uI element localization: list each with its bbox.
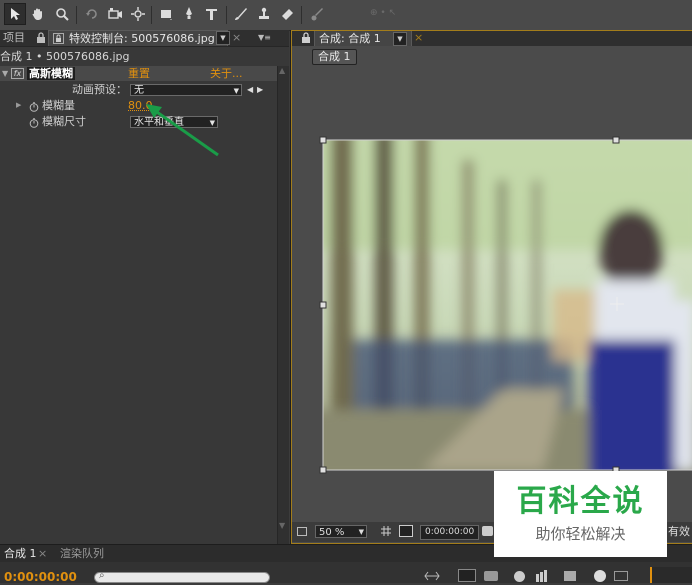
blurriness-label: 模糊量 <box>42 98 75 113</box>
stopwatch-icon[interactable] <box>29 101 39 111</box>
left-panel-scrollbar[interactable]: ▲ ▼ <box>277 66 289 544</box>
animation-preset-value: 无 <box>134 85 144 96</box>
watermark-subtitle: 助你轻松解决 <box>494 525 667 543</box>
composition-dropdown-arrow[interactable]: ▼ <box>393 32 407 46</box>
composition-viewer-panel: 合成: 合成 1 ▼ × 合成 1 50 % ▼ 0:00:00:00 有效 <box>290 30 692 544</box>
rectangle-tool-icon[interactable] <box>155 3 177 25</box>
effect-name[interactable]: 高斯模糊 <box>27 67 75 80</box>
layer-dropdown-arrow[interactable]: ▼ <box>216 31 230 45</box>
tab-close-icon[interactable]: × <box>414 30 423 45</box>
magnification-select[interactable]: 50 % ▼ <box>315 525 367 538</box>
animation-preset-label: 动画预设： <box>72 82 127 97</box>
graph-editor-icon[interactable] <box>614 571 628 581</box>
composition-nav-button[interactable]: 合成 1 <box>312 49 357 65</box>
scroll-down-icon[interactable]: ▼ <box>279 521 285 530</box>
magnification-value: 50 % <box>319 527 344 538</box>
roto-brush-tool-icon[interactable] <box>306 3 328 25</box>
motion-blur-icon[interactable] <box>534 570 548 582</box>
reset-link[interactable]: 重置 <box>128 66 150 81</box>
hand-tool-icon[interactable] <box>27 3 49 25</box>
rotate-tool-icon[interactable] <box>81 3 103 25</box>
tab-project[interactable]: 项目 <box>3 30 25 46</box>
search-icon: ⌕ <box>99 570 105 581</box>
tab-composition[interactable]: 合成: 合成 1 ▼ <box>314 30 412 46</box>
left-panel-tab-bar: 项目 特效控制台: 500576086.jpg ▼ × ▼≡ <box>0 30 289 47</box>
timeline-switches <box>424 569 692 583</box>
effect-controls-panel: 项目 特效控制台: 500576086.jpg ▼ × ▼≡ 合成 1 • 50… <box>0 30 289 544</box>
eraser-tool-icon[interactable] <box>276 3 298 25</box>
chevron-down-icon: ▼ <box>359 526 364 539</box>
next-preset-icon[interactable]: ▶ <box>257 82 263 97</box>
tab-effect-controls[interactable]: 特效控制台: 500576086.jpg <box>48 30 228 46</box>
current-time-display[interactable]: 0:00:00:00 <box>420 525 479 540</box>
tab-composition-label: 合成: 合成 1 <box>319 31 381 46</box>
tab-close-icon[interactable]: × <box>38 546 47 561</box>
camera-tool-icon[interactable] <box>104 3 126 25</box>
hide-shy-layers-icon[interactable] <box>484 571 498 581</box>
expand-triangle-icon[interactable]: ▼ <box>2 66 8 81</box>
axis-mode-indicator: ⊕ • ↖ <box>370 8 396 18</box>
tab-close-icon[interactable]: × <box>232 30 241 45</box>
breadcrumb: 合成 1 • 500576086.jpg <box>0 49 278 64</box>
panel-menu-icon[interactable]: ▼≡ <box>258 30 271 45</box>
viewer-lock-icon[interactable] <box>301 32 311 44</box>
composition-mini-flowchart-icon[interactable] <box>424 571 440 581</box>
tools-panel: ⊕ • ↖ <box>0 0 692 31</box>
resolution-grid-icon[interactable] <box>380 525 392 537</box>
time-ruler[interactable] <box>650 567 692 583</box>
selection-tool-icon[interactable] <box>4 3 26 25</box>
brainstorm-icon[interactable] <box>564 571 576 581</box>
auto-keyframe-icon[interactable] <box>594 570 606 582</box>
draft-3d-icon[interactable] <box>458 569 476 582</box>
panel-lock-icon[interactable] <box>53 33 64 44</box>
chevron-down-icon: ▼ <box>234 85 239 97</box>
tab-render-queue[interactable]: 渲染队列 <box>60 546 104 561</box>
watermark-logo: 百科全说 助你轻松解决 <box>494 471 667 557</box>
previous-preset-icon[interactable]: ◀ <box>247 82 253 97</box>
blurriness-row: ▶ 模糊量 80.0 <box>0 98 278 113</box>
expand-triangle-icon[interactable]: ▶ <box>16 98 21 113</box>
animation-preset-row: 动画预设： 无 ▼ ◀ ▶ <box>0 82 278 97</box>
brush-tool-icon[interactable] <box>230 3 252 25</box>
fx-toggle-icon[interactable]: fx <box>11 68 24 79</box>
watermark-title: 百科全说 <box>494 485 667 519</box>
pan-behind-tool-icon[interactable] <box>127 3 149 25</box>
viewer-edge-label: 有效 <box>668 525 690 539</box>
tab-effect-controls-label: 特效控制台: 500576086.jpg <box>69 31 215 47</box>
animation-preset-select[interactable]: 无 ▼ <box>130 84 242 96</box>
always-preview-icon[interactable] <box>297 527 307 536</box>
snapshot-icon[interactable] <box>482 526 493 536</box>
lock-icon[interactable] <box>36 32 46 44</box>
pen-tool-icon[interactable] <box>178 3 200 25</box>
effect-row-gaussian-blur[interactable]: ▼ fx 高斯模糊 重置 关于... <box>0 66 278 81</box>
about-link[interactable]: 关于... <box>210 66 243 81</box>
blur-dimensions-row: 模糊尺寸 水平和垂直 ▼ <box>0 114 278 129</box>
layer-bounding-box[interactable] <box>317 135 692 475</box>
stopwatch-icon[interactable] <box>29 117 39 127</box>
scroll-up-icon[interactable]: ▲ <box>279 66 285 75</box>
annotation-arrow-icon <box>140 100 230 160</box>
frame-blending-icon[interactable] <box>514 571 525 582</box>
safe-zones-icon[interactable] <box>399 525 413 537</box>
text-tool-icon[interactable] <box>201 3 223 25</box>
blur-dimensions-label: 模糊尺寸 <box>42 114 86 129</box>
timeline-search-input[interactable]: ⌕ <box>94 572 270 583</box>
tab-composition-1[interactable]: 合成 1 <box>4 546 37 561</box>
zoom-tool-icon[interactable] <box>51 3 73 25</box>
clone-stamp-tool-icon[interactable] <box>253 3 275 25</box>
